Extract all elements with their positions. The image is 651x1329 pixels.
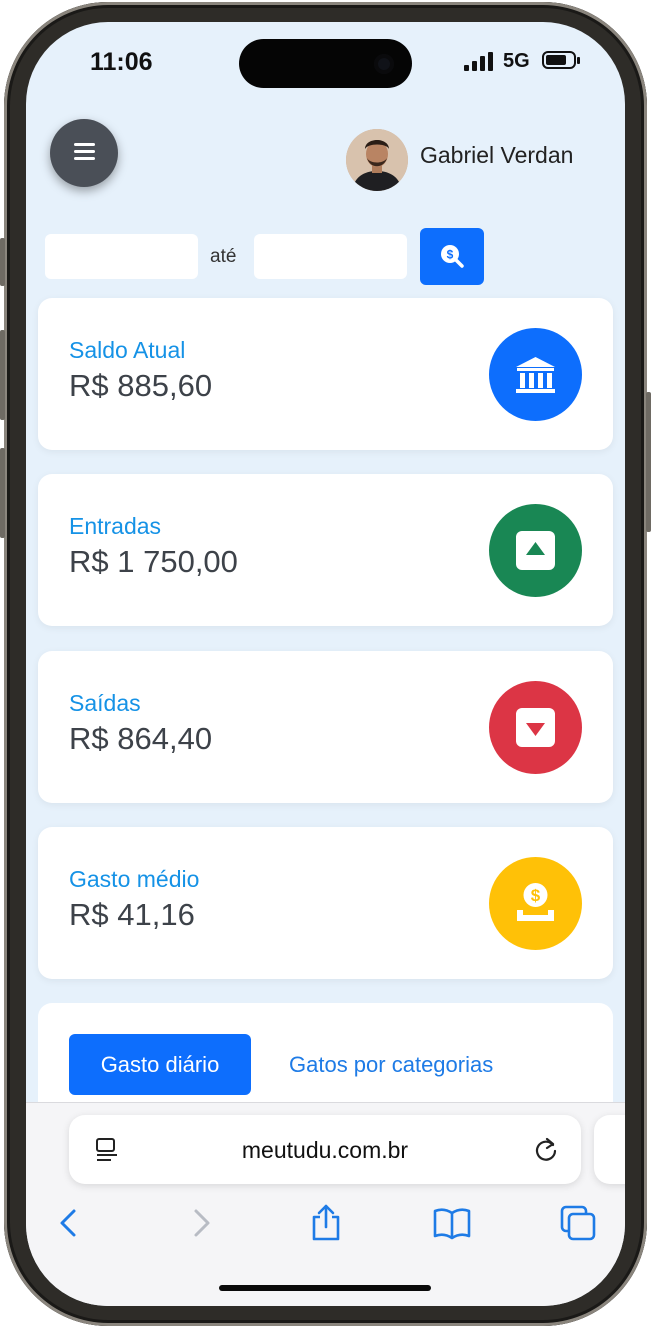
user-name: Gabriel Verdan	[420, 142, 574, 168]
avatar[interactable]	[346, 129, 408, 191]
card-value: R$ 864,40	[69, 721, 213, 756]
share-icon[interactable]	[306, 1203, 346, 1243]
home-indicator	[219, 1285, 431, 1291]
svg-text:$: $	[531, 886, 541, 905]
signal-icon	[464, 51, 494, 71]
volume-up-button	[0, 330, 5, 420]
date-range-separator: até	[210, 246, 237, 267]
end-date-input[interactable]	[254, 234, 407, 279]
card-label: Saldo Atual	[69, 337, 186, 363]
card-value: R$ 41,16	[69, 897, 195, 932]
search-money-icon: $	[441, 245, 464, 268]
hamburger-icon	[74, 143, 95, 161]
url-text: meutudu.com.br	[241, 1137, 409, 1163]
volume-down-button	[0, 448, 5, 538]
cash-coin-icon: $	[489, 857, 582, 950]
bank-icon	[489, 328, 582, 421]
address-bar[interactable]: meutudu.com.br	[69, 1115, 581, 1184]
forward-icon[interactable]	[180, 1203, 220, 1243]
card-label: Gasto médio	[69, 866, 200, 892]
card-label: Saídas	[69, 690, 141, 716]
menu-button[interactable]	[50, 119, 118, 187]
status-bar: 11:06 5G	[26, 22, 625, 102]
balance-card: Saldo Atual R$ 885,60	[38, 298, 613, 450]
tab-categories[interactable]: Gatos por categorias	[289, 1052, 493, 1078]
card-value: R$ 1 750,00	[69, 544, 238, 579]
network-label: 5G	[503, 50, 530, 72]
next-tab-preview[interactable]	[594, 1115, 625, 1184]
tab-daily-spending[interactable]: Gasto diário	[69, 1034, 251, 1095]
camera-icon	[374, 54, 394, 74]
power-button	[646, 392, 651, 532]
status-time: 11:06	[90, 48, 153, 76]
average-spending-card: Gasto médio R$ 41,16 $	[38, 827, 613, 979]
browser-toolbar: meutudu.com.br	[26, 1102, 625, 1306]
caret-up-square-icon	[489, 504, 582, 597]
reload-icon[interactable]	[533, 1135, 559, 1163]
expenses-card: Saídas R$ 864,40	[38, 651, 613, 803]
bookmarks-icon[interactable]	[432, 1203, 472, 1243]
svg-text:$: $	[447, 248, 454, 262]
battery-icon	[542, 51, 580, 69]
screen: 11:06 5G Gabriel Verdan até $ Saldo Atua…	[26, 22, 625, 1306]
card-value: R$ 885,60	[69, 368, 213, 403]
start-date-input[interactable]	[45, 234, 198, 279]
caret-down-square-icon	[489, 681, 582, 774]
card-label: Entradas	[69, 513, 162, 539]
back-icon[interactable]	[50, 1203, 90, 1243]
income-card: Entradas R$ 1 750,00	[38, 474, 613, 626]
dynamic-island	[239, 39, 412, 88]
search-button[interactable]: $	[420, 228, 484, 285]
tabs-icon[interactable]	[558, 1203, 598, 1243]
action-button	[0, 238, 5, 286]
